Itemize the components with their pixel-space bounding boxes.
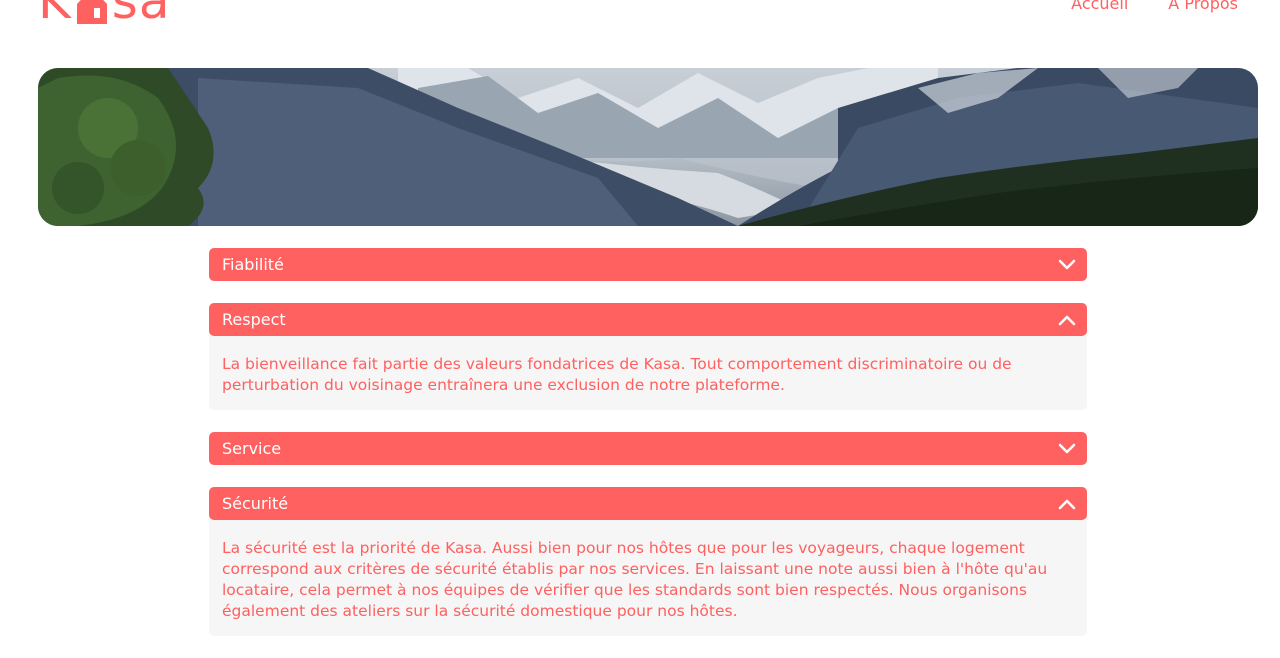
collapse-content-securite: La sécurité est la priorité de Kasa. Aus… <box>209 520 1087 636</box>
collapse-content-respect: La bienveillance fait partie des valeurs… <box>209 336 1087 410</box>
collapse-securite: Sécurité La sécurité est la priorité de … <box>209 487 1087 636</box>
nav-link-accueil[interactable]: Accueil <box>1071 0 1128 13</box>
collapse-header-fiabilite[interactable]: Fiabilité <box>209 248 1087 281</box>
site-header: K sa Accueil A Propos <box>0 0 1280 60</box>
values-collapse-list: Fiabilité Respect La bienveillance fait … <box>209 248 1087 658</box>
chevron-up-icon[interactable] <box>1057 310 1077 330</box>
chevron-down-icon[interactable] <box>1057 439 1077 459</box>
collapse-service: Service <box>209 432 1087 465</box>
chevron-down-icon[interactable] <box>1057 255 1077 275</box>
house-icon <box>76 0 107 24</box>
collapse-title-securite: Sécurité <box>222 494 289 513</box>
collapse-title-respect: Respect <box>222 310 286 329</box>
hero-banner-image <box>38 68 1258 226</box>
collapse-header-respect[interactable]: Respect <box>209 303 1087 336</box>
collapse-header-securite[interactable]: Sécurité <box>209 487 1087 520</box>
mountain-landscape-image <box>38 68 1258 226</box>
collapse-title-service: Service <box>222 439 282 458</box>
collapse-title-fiabilite: Fiabilité <box>222 255 284 274</box>
main-nav: Accueil A Propos <box>1071 0 1238 13</box>
kasa-logo[interactable]: K sa <box>38 0 171 26</box>
collapse-header-service[interactable]: Service <box>209 432 1087 465</box>
chevron-up-icon[interactable] <box>1057 494 1077 514</box>
nav-link-a-propos[interactable]: A Propos <box>1168 0 1238 13</box>
logo-letter-k: K <box>38 0 72 30</box>
logo-letters-sa: sa <box>111 0 171 30</box>
collapse-respect: Respect La bienveillance fait partie des… <box>209 303 1087 410</box>
collapse-fiabilite: Fiabilité <box>209 248 1087 281</box>
